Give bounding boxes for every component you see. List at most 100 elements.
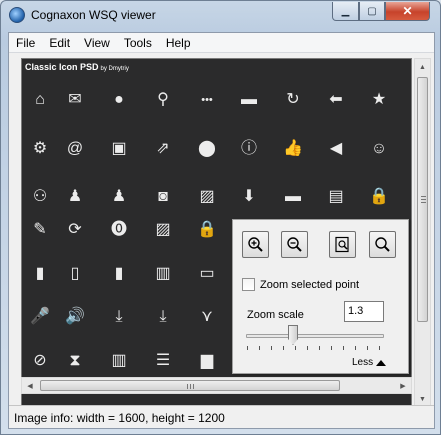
zoom-scale-input[interactable]: 1.3 bbox=[344, 301, 384, 322]
zoom-fit-button[interactable] bbox=[329, 231, 356, 258]
user-check-icon: ♟ bbox=[67, 188, 83, 205]
smiley-icon: ☺ bbox=[370, 140, 388, 157]
vertical-scroll-thumb[interactable] bbox=[417, 77, 428, 322]
image-byline: by Dmytriy bbox=[100, 66, 129, 72]
network-icon: ⋎ bbox=[201, 308, 213, 325]
zoom-selected-point-row[interactable]: Zoom selected point bbox=[242, 278, 359, 291]
vertical-scrollbar[interactable]: ▲ ▼ bbox=[414, 58, 431, 408]
picture-icon: ▨ bbox=[199, 188, 215, 205]
maximize-button[interactable]: ▢ bbox=[359, 2, 385, 21]
gear-icon: ⚙ bbox=[32, 140, 48, 157]
title-bar[interactable]: Cognaxon WSQ viewer ▁ ▢ ✕ bbox=[1, 1, 440, 31]
minimize-icon: ▁ bbox=[341, 5, 350, 17]
maximize-icon: ▢ bbox=[367, 5, 377, 17]
arrow-left-icon: ⬅ bbox=[329, 91, 343, 108]
slider-tick bbox=[367, 346, 368, 350]
home-icon: ⌂ bbox=[35, 91, 45, 108]
zoom-actual-button[interactable] bbox=[369, 231, 396, 258]
comments-icon: ▤ bbox=[328, 188, 344, 205]
zoom-fit-icon bbox=[335, 236, 349, 253]
slider-tick bbox=[295, 346, 296, 350]
zoom-out-button[interactable] bbox=[281, 231, 308, 258]
slider-track[interactable] bbox=[246, 334, 384, 338]
menu-file[interactable]: File bbox=[9, 33, 42, 53]
search-icon: ⚲ bbox=[157, 91, 169, 108]
menu-edit[interactable]: Edit bbox=[42, 33, 77, 53]
more-icon: ••• bbox=[201, 93, 213, 106]
collapse-up-icon bbox=[376, 359, 387, 366]
less-label[interactable]: Less bbox=[352, 357, 373, 368]
bookmark-icon: ▮ bbox=[35, 265, 45, 282]
zoom-out-icon bbox=[287, 237, 302, 252]
zoom-scale-label: Zoom scale bbox=[247, 309, 304, 321]
bar-chart-icon: ▆ bbox=[200, 352, 214, 369]
lock-gear-icon: 🔒 bbox=[197, 221, 217, 238]
star-icon: ★ bbox=[371, 91, 387, 108]
document-icon: ▯ bbox=[70, 265, 80, 282]
exclamation-circle-icon: ⓿ bbox=[110, 221, 127, 238]
menu-tools[interactable]: Tools bbox=[117, 33, 159, 53]
edit-icon: ✎ bbox=[33, 221, 47, 238]
image-icon: ▨ bbox=[155, 221, 171, 238]
zoom-scale-slider[interactable] bbox=[244, 324, 385, 354]
sync-icon: ⟳ bbox=[68, 221, 82, 238]
mail-icon: ✉ bbox=[68, 91, 82, 108]
users-icon: ⚇ bbox=[32, 188, 48, 205]
list-icon: ☰ bbox=[155, 352, 171, 369]
user-icon: ● bbox=[114, 91, 124, 108]
user-heart-icon: ♟ bbox=[111, 188, 127, 205]
megaphone-icon: ◀ bbox=[329, 140, 343, 157]
zoom-selected-point-checkbox[interactable] bbox=[242, 278, 255, 291]
slider-tick bbox=[319, 346, 320, 350]
app-icon bbox=[9, 7, 25, 23]
window-title: Cognaxon WSQ viewer bbox=[31, 8, 156, 22]
scroll-left-icon[interactable]: ◀ bbox=[22, 378, 38, 393]
zoom-actual-icon bbox=[375, 237, 390, 252]
info-icon: ⓘ bbox=[240, 140, 257, 157]
zoom-in-button[interactable] bbox=[242, 231, 269, 258]
microphone-icon: 🎤 bbox=[30, 308, 50, 325]
documents-icon: ▮ bbox=[114, 265, 124, 282]
book-icon: ▥ bbox=[155, 265, 171, 282]
save-icon: ▣ bbox=[111, 140, 127, 157]
volume-icon: 🔊 bbox=[65, 308, 85, 325]
minimize-button[interactable]: ▁ bbox=[332, 2, 359, 21]
columns-icon: ▥ bbox=[111, 352, 127, 369]
slider-tick bbox=[307, 346, 308, 350]
share-icon: ⇗ bbox=[156, 140, 170, 157]
menu-help[interactable]: Help bbox=[159, 33, 198, 53]
scroll-up-icon[interactable]: ▲ bbox=[415, 59, 430, 75]
slider-tick bbox=[271, 346, 272, 350]
slider-thumb[interactable] bbox=[288, 325, 298, 345]
menu-bar: File Edit View Tools Help bbox=[9, 33, 434, 53]
zoom-selected-point-label[interactable]: Zoom selected point bbox=[260, 279, 359, 291]
slider-tick bbox=[355, 346, 356, 350]
download-icon: ⤓ bbox=[115, 308, 123, 325]
forbidden-icon: ⊘ bbox=[33, 352, 47, 369]
zoom-panel: Zoom selected point Zoom scale 1.3 Less bbox=[232, 219, 409, 374]
download-gear-icon: ⤓ bbox=[159, 308, 167, 325]
folder-icon: ▬ bbox=[285, 188, 301, 205]
inbox-icon: ▭ bbox=[199, 265, 215, 282]
less-button[interactable]: Less bbox=[352, 357, 387, 368]
client-area: File Edit View Tools Help Classic Icon P… bbox=[8, 32, 435, 429]
camera-icon: ◙ bbox=[158, 188, 168, 205]
image-header-text: Classic Icon PSD bbox=[25, 62, 99, 72]
zoom-in-icon bbox=[248, 237, 263, 252]
location-pin-icon: ⬤ bbox=[198, 140, 216, 157]
slider-tick bbox=[343, 346, 344, 350]
horizontal-scroll-thumb[interactable] bbox=[40, 380, 340, 391]
slider-tick bbox=[283, 346, 284, 350]
menu-view[interactable]: View bbox=[77, 33, 117, 53]
app-window: Cognaxon WSQ viewer ▁ ▢ ✕ File Edit View… bbox=[0, 0, 441, 435]
scroll-right-icon[interactable]: ▶ bbox=[395, 378, 411, 393]
at-icon: @ bbox=[66, 140, 84, 157]
image-header: Classic Icon PSD by Dmytriy bbox=[25, 62, 129, 72]
hourglass-icon: ⧗ bbox=[69, 352, 81, 369]
status-bar: Image info: width = 1600, height = 1200 bbox=[9, 405, 434, 428]
close-button[interactable]: ✕ bbox=[385, 2, 430, 21]
slider-tick bbox=[259, 346, 260, 350]
status-text: Image info: width = 1600, height = 1200 bbox=[14, 411, 225, 425]
horizontal-scrollbar[interactable]: ◀ ▶ bbox=[21, 377, 412, 394]
close-icon: ✕ bbox=[402, 4, 413, 18]
